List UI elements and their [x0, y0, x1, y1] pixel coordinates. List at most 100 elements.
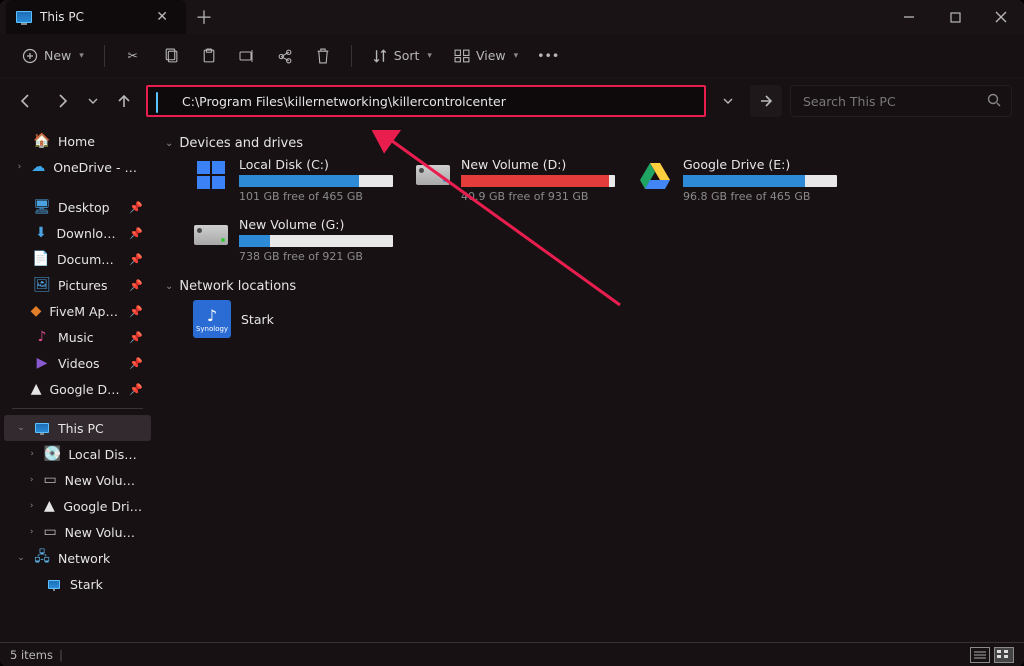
more-menu-button[interactable]: •••: [532, 42, 564, 70]
search-input[interactable]: [801, 93, 979, 110]
home-icon: 🏠: [34, 133, 50, 149]
music-icon: ♪: [34, 329, 50, 345]
file-explorer-window: This PC ✕ ＋ New ▾ ✂ Sort ▾: [0, 0, 1024, 666]
forward-button[interactable]: [48, 87, 76, 115]
sidebar-desktop[interactable]: 🖥Desktop📌: [4, 194, 151, 220]
maximize-button[interactable]: [932, 0, 978, 34]
tab-this-pc[interactable]: This PC ✕: [6, 0, 186, 34]
details-view-toggle[interactable]: [970, 647, 990, 663]
paste-button[interactable]: [193, 42, 225, 70]
sidebar-gdrive[interactable]: ▲Google Drive (E:)📌: [4, 376, 151, 402]
drive-name: Google Drive (E:): [683, 157, 837, 172]
pin-icon: 📌: [129, 227, 143, 240]
network-icon: 🖧: [34, 550, 50, 566]
cut-button[interactable]: ✂: [117, 42, 149, 70]
network-location-item[interactable]: ♪Synology Stark: [159, 300, 1024, 338]
rename-button[interactable]: [231, 42, 263, 70]
share-button[interactable]: [269, 42, 301, 70]
sidebar-onedrive[interactable]: › ☁ OneDrive - Personal: [4, 154, 151, 180]
sort-menu-button[interactable]: Sort ▾: [364, 42, 440, 70]
view-menu-button[interactable]: View ▾: [446, 42, 526, 70]
view-label: View: [476, 48, 506, 63]
new-menu-button[interactable]: New ▾: [14, 42, 92, 70]
drive-status: 101 GB free of 465 GB: [239, 190, 393, 203]
sidebar-downloads[interactable]: ⬇Downloads📌: [4, 220, 151, 246]
recent-button[interactable]: [84, 87, 102, 115]
go-button[interactable]: [750, 85, 782, 117]
sidebar-documents[interactable]: 📄Documents📌: [4, 246, 151, 272]
drive-name: New Volume (G:): [239, 217, 393, 232]
drive-item[interactable]: New Volume (D:)40.9 GB free of 931 GB: [415, 157, 615, 203]
minimize-button[interactable]: [886, 0, 932, 34]
monitor-icon: [156, 93, 172, 109]
pin-icon: 📌: [129, 383, 143, 396]
close-tab-button[interactable]: ✕: [152, 7, 172, 27]
drive-name: Local Disk (C:): [239, 157, 393, 172]
delete-button[interactable]: [307, 42, 339, 70]
sidebar-this-pc[interactable]: ⌄ This PC: [4, 415, 151, 441]
sidebar-drive-c[interactable]: ›💽Local Disk (C:): [4, 441, 151, 467]
sidebar-drive-d[interactable]: ›▭New Volume (D:): [4, 467, 151, 493]
drive-name: New Volume (D:): [461, 157, 615, 172]
pin-icon: 📌: [129, 331, 143, 344]
sidebar-home[interactable]: 🏠 Home: [4, 128, 151, 154]
gdrive-icon: ▲: [43, 498, 55, 514]
drive-item[interactable]: New Volume (G:) 738 GB free of 921 GB: [193, 217, 393, 263]
close-button[interactable]: [978, 0, 1024, 34]
window-controls: [886, 0, 1024, 34]
tiles-view-toggle[interactable]: [994, 647, 1014, 663]
sidebar-pictures[interactable]: 🖼Pictures📌: [4, 272, 151, 298]
chevron-right-icon: ›: [28, 501, 35, 511]
status-item-count: 5 items: [10, 648, 53, 662]
sidebar-network-stark[interactable]: Stark: [4, 571, 151, 597]
rename-icon: [239, 48, 255, 64]
section-header-network[interactable]: ⌄ Network locations: [159, 277, 1024, 300]
gdrive-icon: ▲: [31, 381, 42, 397]
sidebar-fivem[interactable]: ◆FiveM Application📌: [4, 298, 151, 324]
nas-icon: ♪Synology: [193, 300, 231, 338]
back-button[interactable]: [12, 87, 40, 115]
drive-icon: [637, 157, 673, 193]
section-header-devices[interactable]: ⌄ Devices and drives: [159, 134, 1024, 157]
drive-usage-bar: [683, 175, 837, 187]
section-network: ⌄ Network locations ♪Synology Stark: [159, 277, 1024, 338]
drive-icon: [193, 157, 229, 193]
plus-circle-icon: [22, 48, 38, 64]
tab-title: This PC: [40, 10, 144, 24]
chevron-right-icon: ›: [28, 527, 35, 537]
desktop-icon: 🖥: [34, 199, 50, 215]
copy-button[interactable]: [155, 42, 187, 70]
address-input[interactable]: [180, 93, 696, 110]
sidebar-videos[interactable]: ▶Videos📌: [4, 350, 151, 376]
sidebar-drive-e[interactable]: ›▲Google Drive (E:): [4, 493, 151, 519]
drive-icon: 💽: [44, 446, 60, 462]
chevron-right-icon: ›: [28, 449, 36, 459]
search-box[interactable]: [790, 85, 1012, 117]
drive-status: 738 GB free of 921 GB: [239, 250, 393, 263]
monitor-icon: [16, 9, 32, 25]
chevron-down-icon: ▾: [514, 51, 519, 61]
drive-usage-bar: [239, 235, 393, 247]
sort-label: Sort: [394, 48, 420, 63]
drive-item[interactable]: Local Disk (C:) 101 GB free of 465 GB: [193, 157, 393, 203]
up-button[interactable]: [110, 87, 138, 115]
new-tab-button[interactable]: ＋: [186, 0, 222, 34]
chevron-down-icon: ▾: [79, 51, 84, 61]
computer-icon: [46, 576, 62, 592]
address-history-button[interactable]: [714, 87, 742, 115]
sidebar-drive-g[interactable]: ›▭New Volume (G:): [4, 519, 151, 545]
documents-icon: 📄: [33, 251, 49, 267]
nav-row: [0, 78, 1024, 124]
address-bar[interactable]: [146, 85, 706, 117]
chevron-right-icon: ›: [16, 162, 23, 172]
sidebar-network[interactable]: ⌄ 🖧 Network: [4, 545, 151, 571]
chevron-down-icon: ⌄: [16, 553, 26, 563]
sidebar-music[interactable]: ♪Music📌: [4, 324, 151, 350]
titlebar: This PC ✕ ＋: [0, 0, 1024, 34]
pin-icon: 📌: [129, 201, 143, 214]
chevron-right-icon: ›: [28, 475, 35, 485]
drive-item[interactable]: Google Drive (E:)96.8 GB free of 465 GB: [637, 157, 837, 203]
copy-icon: [163, 48, 179, 64]
cloud-icon: ☁: [31, 159, 45, 175]
more-icon: •••: [540, 48, 556, 64]
